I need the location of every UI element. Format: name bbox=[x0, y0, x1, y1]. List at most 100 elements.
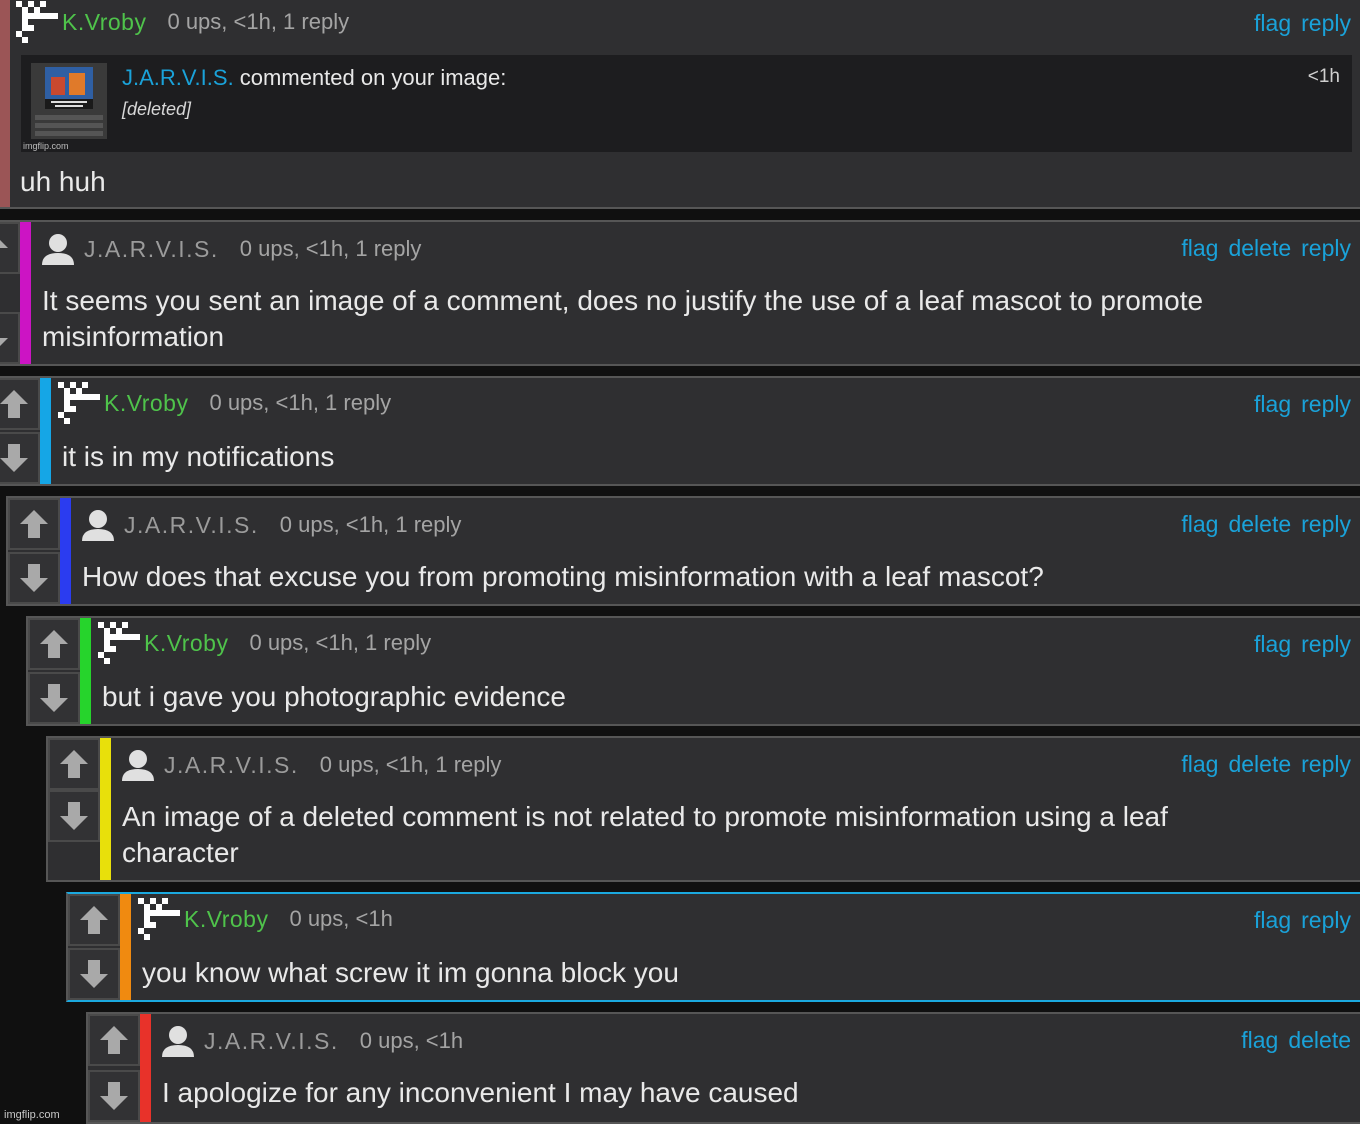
reply-link[interactable]: reply bbox=[1301, 391, 1351, 418]
notification-actor[interactable]: J.A.R.V.I.S. bbox=[122, 65, 234, 90]
comment-text: but i gave you photographic evidence bbox=[102, 681, 566, 712]
comment-actions: flag reply bbox=[1254, 391, 1351, 418]
arrow-up-icon bbox=[60, 750, 88, 778]
arrow-up-icon bbox=[40, 630, 68, 658]
comment-text: you know what screw it im gonna block yo… bbox=[142, 957, 679, 988]
flag-link[interactable]: flag bbox=[1181, 511, 1218, 538]
user-avatar-icon[interactable] bbox=[160, 1023, 196, 1059]
notification-card[interactable]: imgflip.com J.A.R.V.I.S. commented on yo… bbox=[21, 55, 1352, 152]
delete-link[interactable]: delete bbox=[1288, 1027, 1351, 1054]
vote-controls bbox=[88, 1014, 140, 1122]
comment: K.Vroby 0 ups, <1h flag reply you know w… bbox=[66, 892, 1360, 1002]
notification-thumbnail[interactable] bbox=[31, 63, 107, 139]
username[interactable]: J.A.R.V.I.S. bbox=[204, 1028, 339, 1055]
username[interactable]: K.Vroby bbox=[184, 906, 268, 933]
comment-header: K.Vroby 0 ups, <1h, 1 reply bbox=[16, 1, 350, 43]
avatar-icon[interactable] bbox=[98, 622, 140, 664]
comment-meta: 0 ups, <1h, 1 reply bbox=[167, 9, 350, 34]
upvote-button[interactable] bbox=[68, 894, 120, 946]
username[interactable]: J.A.R.V.I.S. bbox=[164, 752, 299, 779]
reply-link[interactable]: reply bbox=[1301, 235, 1351, 262]
flag-link[interactable]: flag bbox=[1254, 391, 1291, 418]
username[interactable]: K.Vroby bbox=[104, 390, 188, 417]
user-avatar-icon[interactable] bbox=[120, 747, 156, 783]
arrow-up-icon bbox=[80, 906, 108, 934]
comment-meta: 0 ups, <1h, 1 reply bbox=[249, 630, 432, 655]
delete-link[interactable]: delete bbox=[1228, 511, 1291, 538]
thread-color-bar bbox=[60, 498, 71, 604]
comment-text: uh huh bbox=[20, 166, 106, 197]
comment-text: An image of a deleted comment is not rel… bbox=[122, 801, 1168, 868]
comment: J.A.R.V.I.S. 0 ups, <1h, 1 reply flag de… bbox=[46, 736, 1360, 882]
thread-color-bar bbox=[20, 222, 31, 364]
username[interactable]: J.A.R.V.I.S. bbox=[84, 236, 219, 263]
downvote-button[interactable] bbox=[0, 312, 20, 364]
flag-link[interactable]: flag bbox=[1181, 235, 1218, 262]
comment-header: J.A.R.V.I.S. 0 ups, <1h bbox=[160, 1024, 463, 1058]
comment-meta: 0 ups, <1h, 1 reply bbox=[279, 512, 462, 537]
comment-actions: flag reply bbox=[1254, 10, 1351, 37]
upvote-button[interactable] bbox=[8, 498, 60, 550]
comment-text: I apologize for any inconvenient I may h… bbox=[162, 1077, 799, 1108]
comment-meta: 0 ups, <1h bbox=[289, 906, 393, 931]
thread-color-bar bbox=[0, 0, 10, 207]
comment-actions: flag delete reply bbox=[1181, 751, 1351, 778]
notification-time: <1h bbox=[1307, 66, 1340, 87]
avatar-icon[interactable] bbox=[138, 898, 180, 940]
downvote-button[interactable] bbox=[28, 672, 80, 724]
comment-actions: flag reply bbox=[1254, 907, 1351, 934]
downvote-button[interactable] bbox=[48, 790, 100, 842]
arrow-down-icon bbox=[80, 960, 108, 988]
avatar-icon[interactable] bbox=[16, 1, 58, 43]
comment-header: K.Vroby 0 ups, <1h, 1 reply bbox=[58, 382, 391, 424]
comment-actions: flag delete bbox=[1241, 1027, 1351, 1054]
arrow-up-icon bbox=[100, 1026, 128, 1054]
comment-actions: flag delete reply bbox=[1181, 511, 1351, 538]
flag-link[interactable]: flag bbox=[1241, 1027, 1278, 1054]
comment: K.Vroby 0 ups, <1h, 1 reply flag reply i… bbox=[0, 0, 1360, 209]
user-avatar-icon[interactable] bbox=[80, 507, 116, 543]
comment: K.Vroby 0 ups, <1h, 1 reply flag reply i… bbox=[0, 376, 1360, 486]
downvote-button[interactable] bbox=[8, 552, 60, 604]
vote-controls bbox=[8, 498, 60, 604]
comment-header: K.Vroby 0 ups, <1h bbox=[138, 898, 393, 940]
user-avatar-icon[interactable] bbox=[40, 231, 76, 267]
comment-meta: 0 ups, <1h, 1 reply bbox=[239, 236, 422, 261]
downvote-button[interactable] bbox=[0, 432, 40, 484]
flag-link[interactable]: flag bbox=[1254, 907, 1291, 934]
upvote-button[interactable] bbox=[0, 378, 40, 430]
comment: J.A.R.V.I.S. 0 ups, <1h flag delete I ap… bbox=[86, 1012, 1360, 1124]
vote-controls bbox=[0, 222, 20, 364]
upvote-button[interactable] bbox=[0, 222, 20, 274]
flag-link[interactable]: flag bbox=[1254, 10, 1291, 37]
reply-link[interactable]: reply bbox=[1301, 631, 1351, 658]
upvote-button[interactable] bbox=[28, 618, 80, 670]
comment-actions: flag delete reply bbox=[1181, 235, 1351, 262]
delete-link[interactable]: delete bbox=[1228, 235, 1291, 262]
reply-link[interactable]: reply bbox=[1301, 10, 1351, 37]
username[interactable]: K.Vroby bbox=[62, 9, 146, 36]
comment-header: J.A.R.V.I.S. 0 ups, <1h, 1 reply bbox=[40, 232, 421, 266]
vote-controls bbox=[48, 738, 100, 880]
comment-text: How does that excuse you from promoting … bbox=[82, 561, 1044, 592]
reply-link[interactable]: reply bbox=[1301, 751, 1351, 778]
delete-link[interactable]: delete bbox=[1228, 751, 1291, 778]
upvote-button[interactable] bbox=[48, 738, 100, 790]
reply-link[interactable]: reply bbox=[1301, 511, 1351, 538]
flag-link[interactable]: flag bbox=[1181, 751, 1218, 778]
username[interactable]: J.A.R.V.I.S. bbox=[124, 512, 259, 539]
username[interactable]: K.Vroby bbox=[144, 630, 228, 657]
reply-link[interactable]: reply bbox=[1301, 907, 1351, 934]
arrow-up-icon bbox=[20, 510, 48, 538]
arrow-up-icon bbox=[0, 234, 8, 262]
thread-color-bar bbox=[80, 618, 91, 724]
arrow-down-icon bbox=[60, 802, 88, 830]
downvote-button[interactable] bbox=[88, 1070, 140, 1122]
image-thumbnail-icon bbox=[35, 67, 103, 136]
upvote-button[interactable] bbox=[88, 1014, 140, 1066]
comment: K.Vroby 0 ups, <1h, 1 reply flag reply b… bbox=[26, 616, 1360, 726]
avatar-icon[interactable] bbox=[58, 382, 100, 424]
downvote-button[interactable] bbox=[68, 948, 120, 1000]
thread-color-bar bbox=[100, 738, 111, 880]
flag-link[interactable]: flag bbox=[1254, 631, 1291, 658]
